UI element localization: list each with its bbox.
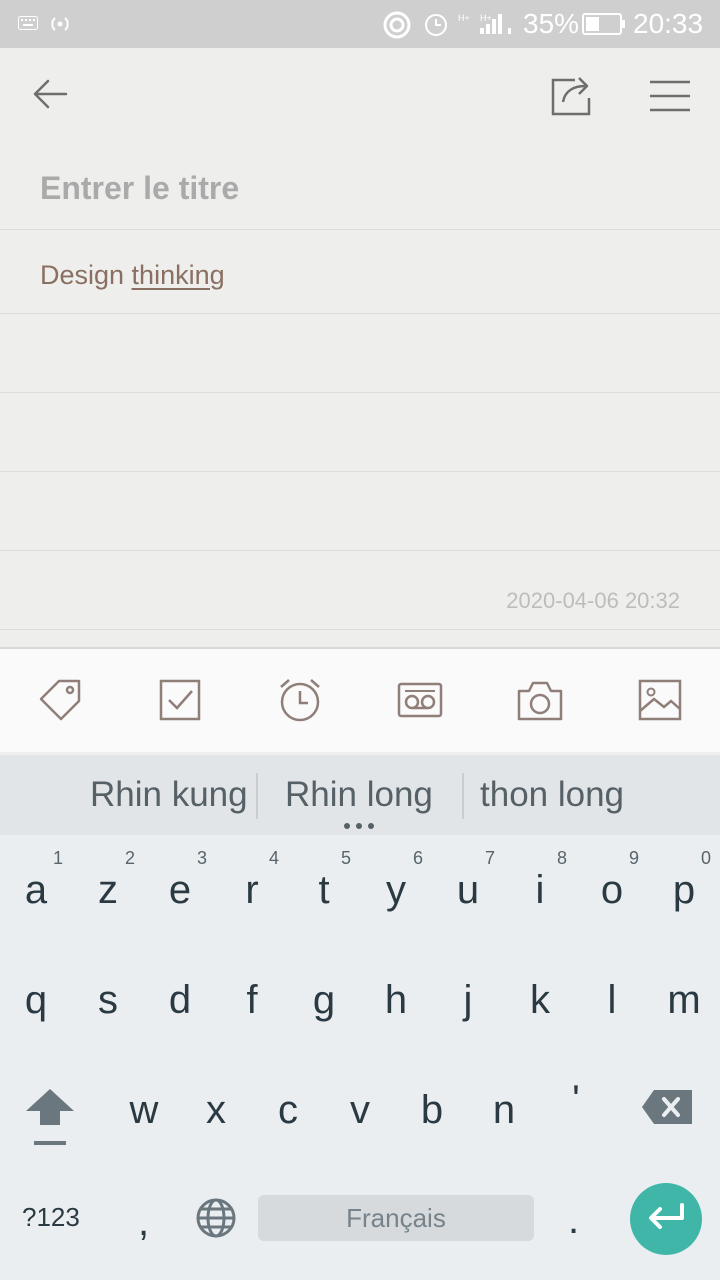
menu-button[interactable]	[644, 72, 696, 124]
battery-percent: 35%	[523, 8, 580, 39]
period-key[interactable]: .	[568, 1198, 579, 1243]
key-hint-8: 8	[556, 848, 567, 868]
divider	[0, 550, 720, 551]
key-d[interactable]: d	[144, 978, 216, 1023]
key-hint-1: 1	[52, 848, 63, 868]
key-y[interactable]: y	[360, 868, 432, 913]
note-toolbar	[0, 647, 720, 752]
key-s[interactable]: s	[72, 978, 144, 1023]
reminder-button[interactable]	[275, 677, 325, 727]
key-o[interactable]: o	[576, 868, 648, 913]
key-l[interactable]: l	[576, 978, 648, 1023]
key-hint-9: 9	[628, 848, 639, 868]
enter-key[interactable]	[630, 1183, 702, 1255]
symbols-key[interactable]: ?123	[22, 1202, 80, 1233]
alarm-status-icon	[423, 11, 449, 42]
menu-icon	[649, 80, 691, 117]
voice-record-button[interactable]	[395, 677, 445, 727]
key-b[interactable]: b	[396, 1088, 468, 1133]
camera-icon	[517, 679, 563, 726]
key-c[interactable]: c	[252, 1088, 324, 1133]
key-g[interactable]: g	[288, 978, 360, 1023]
space-key-label: Français	[346, 1202, 446, 1233]
divider	[0, 313, 720, 314]
shift-arrow-icon	[20, 1089, 80, 1153]
key-v[interactable]: v	[324, 1088, 396, 1133]
key-k[interactable]: k	[504, 978, 576, 1023]
suggestion-2[interactable]: Rhin long	[285, 775, 433, 815]
key-hint-3: 3	[196, 848, 207, 868]
key-f[interactable]: f	[216, 978, 288, 1023]
key-apostrophe[interactable]: '	[540, 1078, 612, 1123]
note-body-underlined-word: thinking	[131, 260, 225, 290]
suggestion-3[interactable]: thon long	[480, 775, 624, 815]
key-h[interactable]: h	[360, 978, 432, 1023]
key-hint-5: 5	[340, 848, 351, 868]
tag-icon	[37, 677, 83, 728]
svg-text:H+: H+	[458, 13, 470, 23]
camera-button[interactable]	[515, 677, 565, 727]
shift-key[interactable]	[20, 1085, 80, 1149]
divider	[0, 471, 720, 472]
voicemail-icon	[397, 680, 443, 725]
alarm-icon	[277, 677, 323, 728]
key-q[interactable]: q	[0, 978, 72, 1023]
key-p[interactable]: p	[648, 868, 720, 913]
sync-icon	[382, 10, 412, 45]
gallery-button[interactable]	[635, 677, 685, 727]
arrow-left-icon	[32, 79, 68, 114]
title-input[interactable]: Entrer le titre	[40, 170, 239, 207]
checkbox-icon	[159, 679, 201, 726]
comma-key[interactable]: ,	[138, 1200, 149, 1245]
key-e[interactable]: e	[144, 868, 216, 913]
status-bar: H+ H+ 35% 20:33	[0, 0, 720, 48]
key-z[interactable]: z	[72, 868, 144, 913]
backspace-key[interactable]	[640, 1088, 696, 1128]
divider	[462, 773, 464, 819]
share-button[interactable]	[544, 70, 598, 124]
keyboard-status-icon	[18, 16, 38, 35]
key-hint-6: 6	[412, 848, 423, 868]
globe-icon	[194, 1198, 238, 1244]
checklist-button[interactable]	[155, 677, 205, 727]
key-r[interactable]: r	[216, 868, 288, 913]
key-hint-4: 4	[268, 848, 279, 868]
share-icon	[549, 74, 593, 121]
clock: 20:33	[633, 8, 704, 39]
more-suggestions-icon[interactable]	[343, 817, 375, 835]
divider	[256, 773, 258, 819]
image-icon	[638, 679, 682, 726]
key-x[interactable]: x	[180, 1088, 252, 1133]
key-w[interactable]: w	[108, 1088, 180, 1133]
key-j[interactable]: j	[432, 978, 504, 1023]
note-body-text: Design	[40, 260, 132, 290]
svg-text:H+: H+	[480, 13, 492, 23]
tag-button[interactable]	[35, 677, 85, 727]
language-key[interactable]	[194, 1196, 238, 1240]
battery-icon	[582, 12, 626, 41]
suggestion-1[interactable]: Rhin kung	[90, 775, 248, 815]
key-n[interactable]: n	[468, 1088, 540, 1133]
back-button[interactable]	[24, 70, 76, 122]
divider	[0, 629, 720, 630]
note-timestamp: 2020-04-06 20:32	[506, 588, 680, 613]
key-i[interactable]: i	[504, 868, 576, 913]
key-hint-7: 7	[484, 848, 495, 868]
enter-icon	[646, 1202, 686, 1237]
app-bar	[0, 48, 720, 148]
key-a[interactable]: a	[0, 868, 72, 913]
hotspot-icon	[48, 13, 72, 40]
key-u[interactable]: u	[432, 868, 504, 913]
backspace-icon	[640, 1090, 694, 1130]
space-key[interactable]: Français	[258, 1195, 534, 1241]
key-t[interactable]: t	[288, 868, 360, 913]
key-hint-0: 0	[700, 848, 711, 868]
key-hint-2: 2	[124, 848, 135, 868]
divider	[0, 392, 720, 393]
suggestion-strip: Rhin kung Rhin long thon long	[0, 755, 720, 835]
signal-icon: H+ H+	[458, 12, 518, 41]
key-m[interactable]: m	[648, 978, 720, 1023]
note-body[interactable]: Design thinking	[40, 260, 225, 291]
divider	[0, 229, 720, 230]
